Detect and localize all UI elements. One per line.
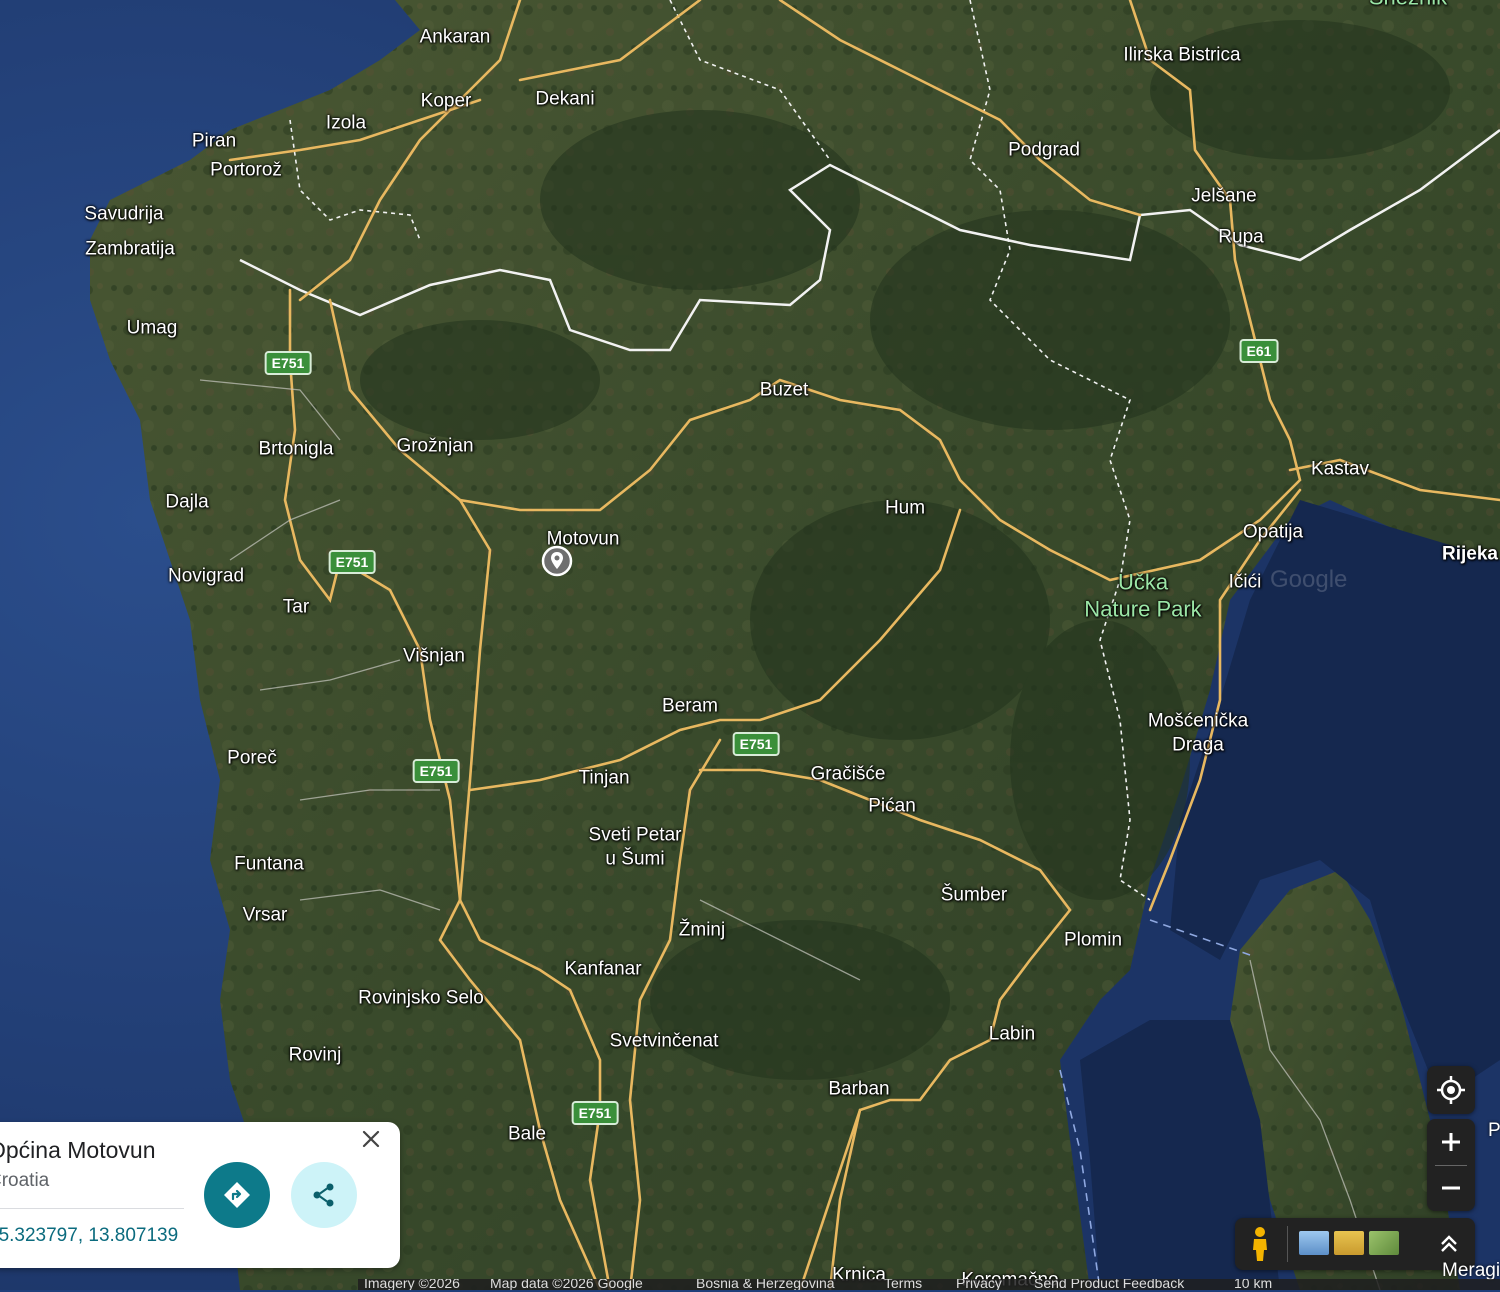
card-divider — [0, 1208, 184, 1209]
zoom-out-button[interactable] — [1427, 1165, 1475, 1211]
layers-bar — [1235, 1218, 1475, 1270]
plus-icon — [1442, 1133, 1460, 1151]
place-label[interactable]: Kastav — [1311, 458, 1369, 481]
place-label[interactable]: Barban — [828, 1078, 889, 1101]
place-label[interactable]: Novigrad — [168, 565, 244, 588]
place-label[interactable]: Bale — [508, 1123, 546, 1146]
share-button[interactable] — [291, 1162, 357, 1228]
place-title: Općina Motovun — [0, 1137, 156, 1163]
privacy-link[interactable]: Privacy — [956, 1279, 1002, 1290]
zoom-in-button[interactable] — [1427, 1119, 1475, 1165]
place-label[interactable]: Rovinjsko Selo — [358, 987, 484, 1010]
place-label[interactable]: Rovinj — [289, 1044, 342, 1067]
place-label[interactable]: Buzet — [760, 379, 809, 402]
place-label[interactable]: Rijeka — [1442, 543, 1498, 566]
road-shield: E751 — [328, 550, 376, 574]
layers-divider — [1287, 1226, 1288, 1262]
map-data-attribution[interactable]: Map data ©2026 Google — [490, 1279, 643, 1290]
place-label[interactable]: Ilirska Bistrica — [1123, 44, 1240, 67]
directions-icon — [224, 1182, 250, 1208]
road-shield: E61 — [1239, 339, 1279, 363]
place-label[interactable]: Pićan — [868, 795, 916, 818]
place-label[interactable]: Žminj — [679, 919, 725, 942]
place-label[interactable]: Beram — [662, 695, 718, 718]
layer-thumb-terrain[interactable] — [1334, 1231, 1364, 1255]
place-label[interactable]: Vrsar — [243, 904, 288, 927]
place-label[interactable]: Koper — [421, 90, 472, 113]
place-label[interactable]: Dekani — [535, 88, 594, 111]
place-label[interactable]: Svetvinčenat — [610, 1030, 719, 1053]
place-label[interactable]: Portorož — [210, 159, 282, 182]
place-label[interactable]: Dajla — [165, 491, 208, 514]
place-label[interactable]: Kanfanar — [564, 958, 641, 981]
place-label[interactable]: Tar — [283, 596, 309, 619]
layer-thumb-satellite[interactable] — [1299, 1231, 1329, 1255]
park-label[interactable]: Nature Park — [1084, 596, 1201, 623]
place-label[interactable]: Podgrad — [1008, 139, 1080, 162]
google-watermark: Google — [1270, 566, 1348, 593]
zoom-control — [1427, 1119, 1475, 1211]
road-shield: E751 — [412, 759, 460, 783]
place-label[interactable]: Mošćenička — [1148, 710, 1248, 733]
attribution-bar: Imagery ©2026 Map data ©2026 Google Bosn… — [358, 1279, 1500, 1290]
location-pin-icon[interactable] — [541, 545, 573, 577]
place-label[interactable]: Funtana — [234, 853, 304, 876]
place-label[interactable]: Sveti Petar — [589, 824, 682, 847]
feedback-link[interactable]: Send Product Feedback — [1034, 1279, 1184, 1290]
place-label[interactable]: Draga — [1172, 734, 1224, 757]
minus-icon — [1442, 1186, 1460, 1190]
scale-label[interactable]: 10 km — [1234, 1279, 1272, 1290]
directions-button[interactable] — [204, 1162, 270, 1228]
place-label[interactable]: Izola — [326, 112, 366, 135]
my-location-icon — [1437, 1076, 1465, 1104]
edge-label: P — [1488, 1120, 1500, 1141]
region-link[interactable]: Bosnia & Herzegovina — [696, 1279, 835, 1290]
place-label[interactable]: Grožnjan — [396, 435, 473, 458]
place-label[interactable]: Gračišće — [811, 763, 886, 786]
place-label[interactable]: Poreč — [227, 747, 277, 770]
place-label[interactable]: Višnjan — [403, 645, 465, 668]
park-label[interactable]: Učka — [1118, 569, 1168, 596]
terms-link[interactable]: Terms — [884, 1279, 922, 1290]
satellite-map[interactable] — [0, 0, 1500, 1290]
place-label[interactable]: Opatija — [1243, 521, 1303, 544]
chevron-double-up-icon[interactable] — [1435, 1230, 1463, 1258]
place-label[interactable]: Snežnik — [1369, 0, 1447, 11]
place-label[interactable]: u Šumi — [605, 848, 664, 871]
place-label[interactable]: Piran — [192, 130, 236, 153]
place-label[interactable]: Savudrija — [84, 203, 163, 226]
road-shield: E751 — [264, 351, 312, 375]
share-icon — [313, 1183, 334, 1207]
place-label[interactable]: Brtonigla — [259, 438, 334, 461]
place-label[interactable]: Ankaran — [420, 26, 491, 49]
road-shield: E751 — [571, 1101, 619, 1125]
place-label[interactable]: Ičići — [1229, 571, 1262, 594]
place-label[interactable]: Labin — [989, 1023, 1036, 1046]
place-label[interactable]: Hum — [885, 497, 925, 520]
layer-thumb-map[interactable] — [1369, 1231, 1399, 1255]
street-view-pegman-icon[interactable] — [1243, 1226, 1277, 1262]
my-location-button[interactable] — [1427, 1066, 1475, 1114]
place-label[interactable]: Plomin — [1064, 929, 1122, 952]
close-icon[interactable] — [360, 1128, 382, 1150]
place-label[interactable]: Rupa — [1218, 226, 1263, 249]
place-label[interactable]: Tinjan — [578, 767, 629, 790]
road-shield: E751 — [732, 732, 780, 756]
place-info-card: Općina Motovun Croatia 45.323797, 13.807… — [0, 1122, 400, 1268]
place-label[interactable]: Šumber — [941, 884, 1008, 907]
place-country: Croatia — [0, 1170, 50, 1191]
place-label[interactable]: Zambratija — [85, 238, 175, 261]
place-coordinates[interactable]: 45.323797, 13.807139 — [0, 1225, 178, 1247]
place-label[interactable]: Jelšane — [1191, 185, 1257, 208]
imagery-attribution: Imagery ©2026 — [364, 1279, 460, 1290]
place-label[interactable]: Umag — [127, 317, 178, 340]
